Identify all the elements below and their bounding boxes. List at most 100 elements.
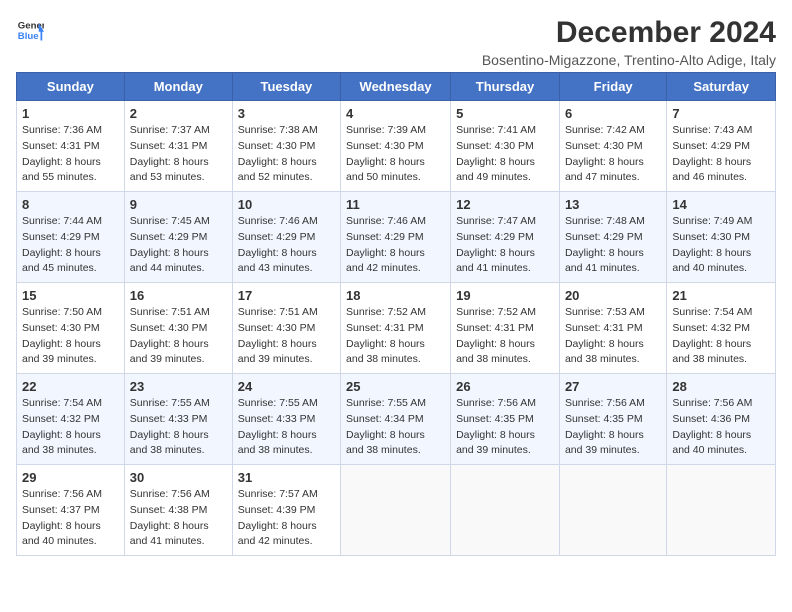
calendar-cell: 17Sunrise: 7:51 AMSunset: 4:30 PMDayligh… bbox=[232, 283, 340, 374]
day-number: 2 bbox=[130, 106, 227, 121]
calendar-cell: 6 Sunrise: 7:42 AMSunset: 4:30 PMDaylight… bbox=[559, 101, 666, 192]
calendar-cell: 28 Sunrise: 7:56 AMSunset: 4:36 PMDayligh… bbox=[667, 374, 776, 465]
calendar-cell: 24 Sunrise: 7:55 AMSunset: 4:33 PMDayligh… bbox=[232, 374, 340, 465]
calendar-cell: 29 Sunrise: 7:56 AMSunset: 4:37 PMDayligh… bbox=[17, 465, 125, 556]
day-number: 8 bbox=[22, 197, 119, 212]
weekday-header-cell: Monday bbox=[124, 73, 232, 101]
day-info: Sunrise: 7:41 AMSunset: 4:30 PMDaylight:… bbox=[456, 123, 554, 186]
calendar-table: SundayMondayTuesdayWednesdayThursdayFrid… bbox=[16, 72, 776, 556]
day-info: Sunrise: 7:52 AMSunset: 4:31 PMDaylight:… bbox=[456, 305, 554, 368]
day-info: Sunrise: 7:38 AMSunset: 4:30 PMDaylight:… bbox=[238, 123, 335, 186]
day-info: Sunrise: 7:47 AMSunset: 4:29 PMDaylight:… bbox=[456, 214, 554, 277]
day-info: Sunrise: 7:56 AMSunset: 4:36 PMDaylight:… bbox=[672, 396, 770, 459]
day-info: Sunrise: 7:56 AMSunset: 4:35 PMDaylight:… bbox=[565, 396, 661, 459]
calendar-week-row: 8 Sunrise: 7:44 AMSunset: 4:29 PMDaylight… bbox=[17, 192, 776, 283]
calendar-cell bbox=[667, 465, 776, 556]
calendar-cell: 18Sunrise: 7:52 AMSunset: 4:31 PMDayligh… bbox=[341, 283, 451, 374]
calendar-cell: 30 Sunrise: 7:56 AMSunset: 4:38 PMDayligh… bbox=[124, 465, 232, 556]
calendar-cell bbox=[451, 465, 560, 556]
weekday-header-cell: Sunday bbox=[17, 73, 125, 101]
calendar-cell: 13Sunrise: 7:48 AMSunset: 4:29 PMDayligh… bbox=[559, 192, 666, 283]
day-info: Sunrise: 7:57 AMSunset: 4:39 PMDaylight:… bbox=[238, 487, 335, 550]
day-number: 7 bbox=[672, 106, 770, 121]
calendar-cell: 27Sunrise: 7:56 AMSunset: 4:35 PMDayligh… bbox=[559, 374, 666, 465]
weekday-header-cell: Saturday bbox=[667, 73, 776, 101]
day-info: Sunrise: 7:50 AMSunset: 4:30 PMDaylight:… bbox=[22, 305, 119, 368]
day-number: 11 bbox=[346, 197, 445, 212]
day-number: 3 bbox=[238, 106, 335, 121]
calendar-cell: 26Sunrise: 7:56 AMSunset: 4:35 PMDayligh… bbox=[451, 374, 560, 465]
day-info: Sunrise: 7:55 AMSunset: 4:33 PMDaylight:… bbox=[130, 396, 227, 459]
calendar-cell: 12 Sunrise: 7:47 AMSunset: 4:29 PMDayligh… bbox=[451, 192, 560, 283]
day-number: 23 bbox=[130, 379, 227, 394]
weekday-header-cell: Wednesday bbox=[341, 73, 451, 101]
calendar-cell: 9Sunrise: 7:45 AMSunset: 4:29 PMDaylight… bbox=[124, 192, 232, 283]
day-number: 29 bbox=[22, 470, 119, 485]
day-number: 22 bbox=[22, 379, 119, 394]
calendar-cell: 25 Sunrise: 7:55 AMSunset: 4:34 PMDayligh… bbox=[341, 374, 451, 465]
day-info: Sunrise: 7:44 AMSunset: 4:29 PMDaylight:… bbox=[22, 214, 119, 277]
calendar-cell bbox=[559, 465, 666, 556]
day-info: Sunrise: 7:52 AMSunset: 4:31 PMDaylight:… bbox=[346, 305, 445, 368]
calendar-cell: 7 Sunrise: 7:43 AMSunset: 4:29 PMDaylight… bbox=[667, 101, 776, 192]
day-info: Sunrise: 7:36 AMSunset: 4:31 PMDaylight:… bbox=[22, 123, 119, 186]
weekday-header-cell: Friday bbox=[559, 73, 666, 101]
day-info: Sunrise: 7:56 AMSunset: 4:35 PMDaylight:… bbox=[456, 396, 554, 459]
day-info: Sunrise: 7:51 AMSunset: 4:30 PMDaylight:… bbox=[130, 305, 227, 368]
day-info: Sunrise: 7:55 AMSunset: 4:33 PMDaylight:… bbox=[238, 396, 335, 459]
page-header: General Blue December 2024 Bosentino-Mig… bbox=[16, 16, 776, 68]
day-info: Sunrise: 7:46 AMSunset: 4:29 PMDaylight:… bbox=[346, 214, 445, 277]
day-number: 16 bbox=[130, 288, 227, 303]
calendar-cell: 10 Sunrise: 7:46 AMSunset: 4:29 PMDayligh… bbox=[232, 192, 340, 283]
day-info: Sunrise: 7:55 AMSunset: 4:34 PMDaylight:… bbox=[346, 396, 445, 459]
day-info: Sunrise: 7:56 AMSunset: 4:38 PMDaylight:… bbox=[130, 487, 227, 550]
day-number: 1 bbox=[22, 106, 119, 121]
day-number: 19 bbox=[456, 288, 554, 303]
calendar-body: 1 Sunrise: 7:36 AMSunset: 4:31 PMDaylight… bbox=[17, 101, 776, 556]
day-number: 15 bbox=[22, 288, 119, 303]
day-number: 9 bbox=[130, 197, 227, 212]
calendar-cell: 15 Sunrise: 7:50 AMSunset: 4:30 PMDayligh… bbox=[17, 283, 125, 374]
weekday-header-row: SundayMondayTuesdayWednesdayThursdayFrid… bbox=[17, 73, 776, 101]
day-info: Sunrise: 7:56 AMSunset: 4:37 PMDaylight:… bbox=[22, 487, 119, 550]
calendar-cell: 8 Sunrise: 7:44 AMSunset: 4:29 PMDaylight… bbox=[17, 192, 125, 283]
day-number: 13 bbox=[565, 197, 661, 212]
calendar-week-row: 22 Sunrise: 7:54 AMSunset: 4:32 PMDayligh… bbox=[17, 374, 776, 465]
calendar-cell: 3 Sunrise: 7:38 AMSunset: 4:30 PMDaylight… bbox=[232, 101, 340, 192]
calendar-week-row: 29 Sunrise: 7:56 AMSunset: 4:37 PMDayligh… bbox=[17, 465, 776, 556]
day-info: Sunrise: 7:51 AMSunset: 4:30 PMDaylight:… bbox=[238, 305, 335, 368]
calendar-cell: 22 Sunrise: 7:54 AMSunset: 4:32 PMDayligh… bbox=[17, 374, 125, 465]
svg-text:Blue: Blue bbox=[18, 31, 39, 42]
day-number: 6 bbox=[565, 106, 661, 121]
title-section: December 2024 Bosentino-Migazzone, Trent… bbox=[482, 16, 776, 68]
day-number: 28 bbox=[672, 379, 770, 394]
calendar-cell: 21 Sunrise: 7:54 AMSunset: 4:32 PMDayligh… bbox=[667, 283, 776, 374]
day-number: 30 bbox=[130, 470, 227, 485]
day-number: 14 bbox=[672, 197, 770, 212]
day-info: Sunrise: 7:49 AMSunset: 4:30 PMDaylight:… bbox=[672, 214, 770, 277]
logo-icon: General Blue bbox=[16, 16, 44, 44]
day-info: Sunrise: 7:46 AMSunset: 4:29 PMDaylight:… bbox=[238, 214, 335, 277]
month-title: December 2024 bbox=[482, 16, 776, 50]
calendar-cell: 2Sunrise: 7:37 AMSunset: 4:31 PMDaylight… bbox=[124, 101, 232, 192]
calendar-cell: 31 Sunrise: 7:57 AMSunset: 4:39 PMDayligh… bbox=[232, 465, 340, 556]
day-info: Sunrise: 7:54 AMSunset: 4:32 PMDaylight:… bbox=[22, 396, 119, 459]
day-number: 25 bbox=[346, 379, 445, 394]
day-info: Sunrise: 7:53 AMSunset: 4:31 PMDaylight:… bbox=[565, 305, 661, 368]
day-number: 21 bbox=[672, 288, 770, 303]
calendar-cell: 5Sunrise: 7:41 AMSunset: 4:30 PMDaylight… bbox=[451, 101, 560, 192]
weekday-header-cell: Thursday bbox=[451, 73, 560, 101]
day-info: Sunrise: 7:39 AMSunset: 4:30 PMDaylight:… bbox=[346, 123, 445, 186]
day-number: 31 bbox=[238, 470, 335, 485]
day-number: 24 bbox=[238, 379, 335, 394]
day-info: Sunrise: 7:54 AMSunset: 4:32 PMDaylight:… bbox=[672, 305, 770, 368]
logo: General Blue bbox=[16, 16, 44, 44]
day-info: Sunrise: 7:43 AMSunset: 4:29 PMDaylight:… bbox=[672, 123, 770, 186]
calendar-cell: 14 Sunrise: 7:49 AMSunset: 4:30 PMDayligh… bbox=[667, 192, 776, 283]
calendar-cell bbox=[341, 465, 451, 556]
calendar-cell: 23 Sunrise: 7:55 AMSunset: 4:33 PMDayligh… bbox=[124, 374, 232, 465]
day-info: Sunrise: 7:42 AMSunset: 4:30 PMDaylight:… bbox=[565, 123, 661, 186]
calendar-cell: 19 Sunrise: 7:52 AMSunset: 4:31 PMDayligh… bbox=[451, 283, 560, 374]
day-number: 10 bbox=[238, 197, 335, 212]
day-number: 12 bbox=[456, 197, 554, 212]
